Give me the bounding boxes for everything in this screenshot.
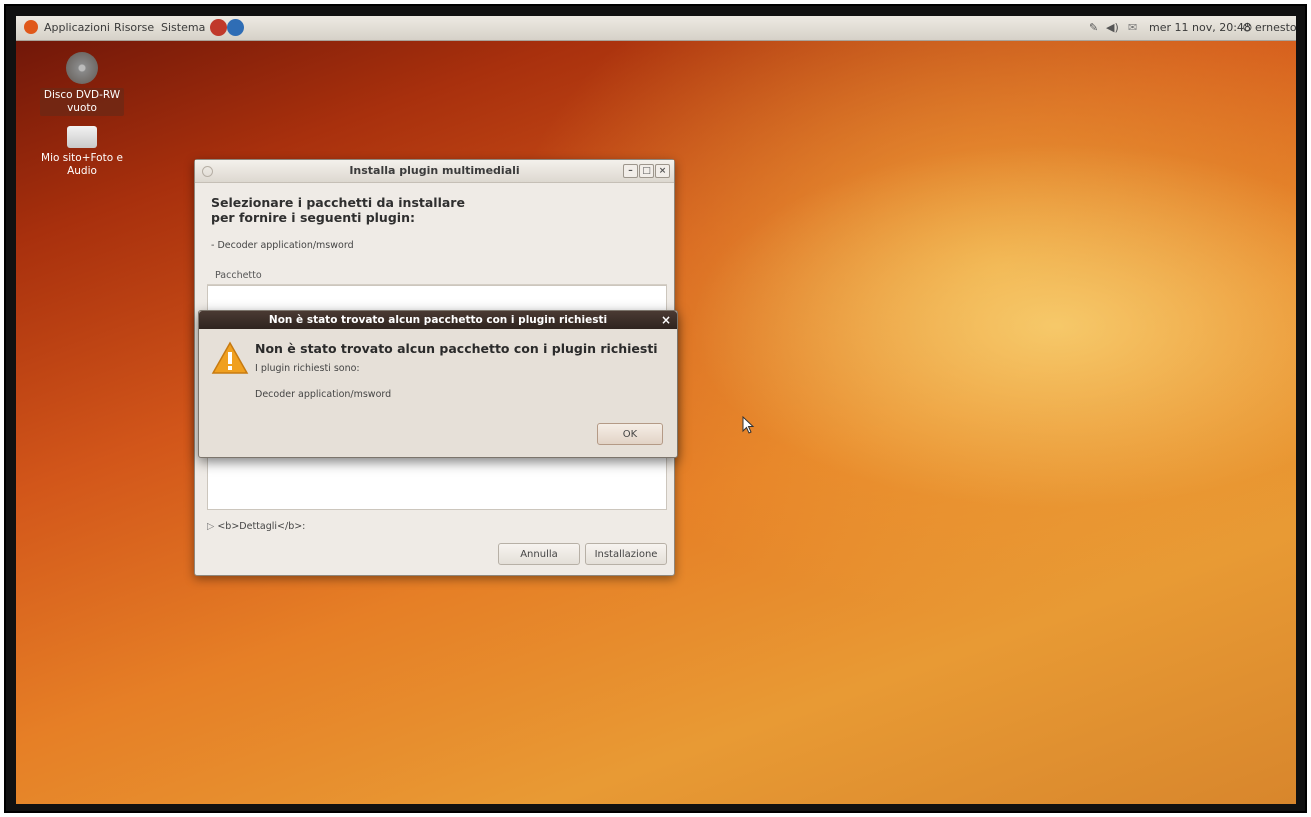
dvd-label-line2: vuoto (67, 102, 97, 114)
ubuntu-logo-icon[interactable] (24, 20, 38, 34)
volume-icon[interactable]: ◀) (1106, 21, 1119, 34)
dialog-text-line2: Decoder application/msword (255, 389, 392, 400)
mouse-cursor-icon (742, 416, 755, 434)
desktop-icon-drive[interactable]: Mio sito+Foto e Audio (32, 126, 132, 178)
window-titlebar[interactable]: Installa plugin multimediali – □ × (195, 160, 674, 183)
menu-applications[interactable]: Applicazioni (44, 21, 110, 34)
minimize-icon[interactable]: – (623, 164, 638, 178)
network-icon[interactable]: ✎ (1089, 21, 1098, 34)
expander-arrow-icon[interactable]: ▷ (207, 521, 214, 532)
drive-label-line2: Audio (67, 165, 97, 177)
package-column-header[interactable]: Pacchetto (207, 267, 667, 285)
cancel-button[interactable]: Annulla (498, 543, 580, 565)
dialog-text-line1: I plugin richiesti sono: (255, 363, 360, 374)
install-button[interactable]: Installazione (585, 543, 667, 565)
desktop-icon-dvd[interactable]: Disco DVD-RW vuoto (32, 52, 132, 116)
required-plugin-text: - Decoder application/msword (211, 240, 354, 251)
clock[interactable]: mer 11 nov, 20:48 (1149, 21, 1251, 34)
ok-button[interactable]: OK (597, 423, 663, 445)
window-controls: – □ × (623, 164, 670, 178)
dialog-close-icon[interactable]: × (661, 311, 671, 329)
menu-places[interactable]: Risorse (114, 21, 154, 34)
warning-icon (211, 341, 249, 374)
disc-icon (66, 52, 98, 84)
window-menu-icon[interactable] (202, 166, 213, 177)
window-title: Installa plugin multimediali (349, 164, 520, 177)
details-label: <b>Dettagli</b>: (217, 521, 306, 532)
dialog-heading: Non è stato trovato alcun pacchetto con … (255, 341, 658, 356)
photo-frame: Applicazioni Risorse Sistema ✎ ◀) ✉ mer … (4, 4, 1307, 813)
menu-system[interactable]: Sistema (161, 21, 205, 34)
dvd-label-line1: Disco DVD-RW (43, 89, 121, 101)
web-browser-icon[interactable] (210, 19, 227, 36)
dialog-title: Non è stato trovato alcun pacchetto con … (268, 314, 608, 326)
power-icon[interactable]: ⏻ (1243, 21, 1252, 35)
error-dialog: Non è stato trovato alcun pacchetto con … (198, 310, 678, 458)
help-icon[interactable] (227, 19, 244, 36)
desktop-screen: Applicazioni Risorse Sistema ✎ ◀) ✉ mer … (16, 16, 1296, 804)
heading-line2: per fornire i seguenti plugin: (211, 210, 415, 225)
close-icon[interactable]: × (655, 164, 670, 178)
dialog-titlebar[interactable]: Non è stato trovato alcun pacchetto con … (199, 311, 677, 329)
maximize-icon[interactable]: □ (639, 164, 654, 178)
user-name[interactable]: ernesto (1255, 21, 1296, 34)
details-expander[interactable]: ▷ <b>Dettagli</b>: (207, 521, 305, 532)
mail-icon[interactable]: ✉ (1128, 21, 1137, 34)
heading-line1: Selezionare i pacchetti da installare (211, 195, 465, 210)
desktop-icon-dvd-label: Disco DVD-RW vuoto (39, 88, 125, 116)
top-panel: Applicazioni Risorse Sistema ✎ ◀) ✉ mer … (16, 16, 1296, 41)
drive-label-line1: Mio sito+Foto e (41, 152, 123, 164)
drive-icon (67, 126, 97, 148)
window-heading: Selezionare i pacchetti da installare pe… (211, 195, 465, 225)
